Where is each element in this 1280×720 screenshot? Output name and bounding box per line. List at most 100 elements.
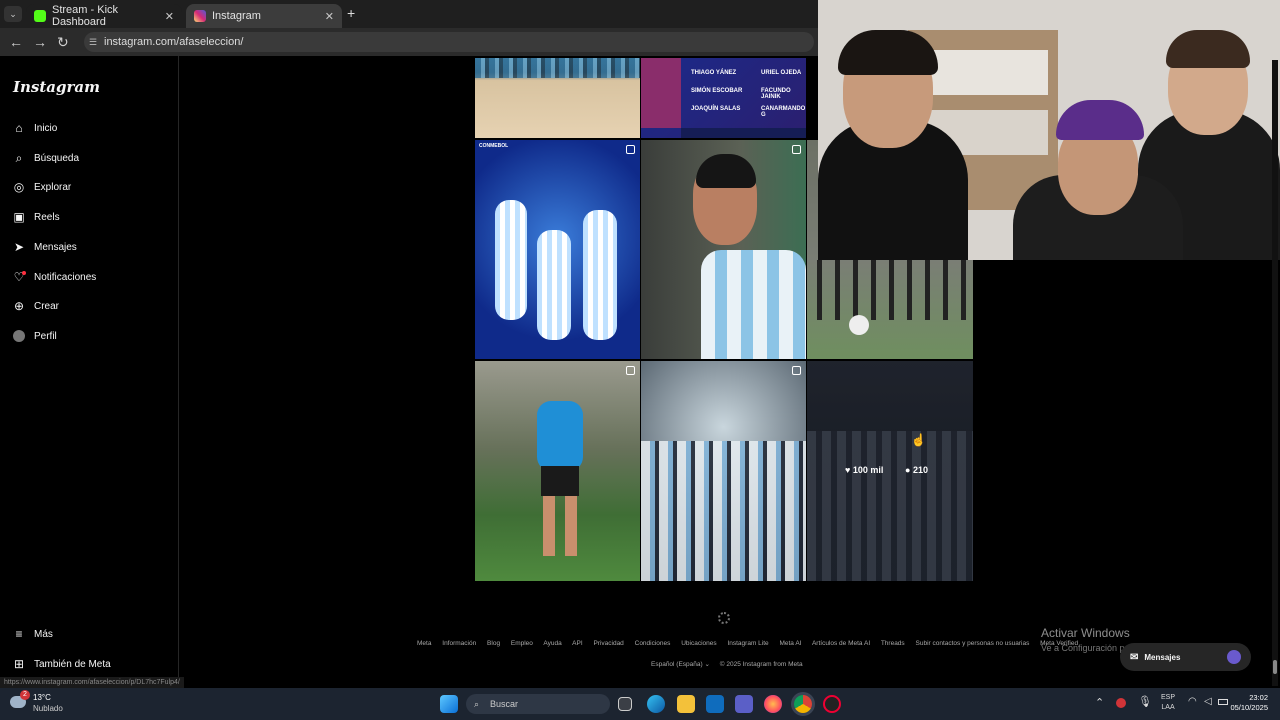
url-text: instagram.com/afaseleccion/ <box>104 36 244 48</box>
notification-dot <box>22 271 26 275</box>
sidebar-item-busqueda[interactable]: ⌕ Búsqueda <box>12 151 79 165</box>
plus-square-icon: ⊕ <box>13 299 25 313</box>
sidebar-item-reels[interactable]: ▣ Reels <box>12 210 60 224</box>
microphone-icon[interactable]: 🎙 <box>1138 695 1152 708</box>
page-scrollbar[interactable] <box>1272 60 1278 686</box>
outlook-icon[interactable] <box>706 695 724 713</box>
sidebar-item-label: Perfil <box>34 330 57 342</box>
search-placeholder: Buscar <box>490 699 519 709</box>
sidebar-item-explorar[interactable]: ◎ Explorar <box>12 180 72 194</box>
footer-link[interactable]: Ayuda <box>543 640 561 647</box>
post-celebration-trophy[interactable] <box>641 361 806 581</box>
footer-link[interactable]: Meta AI <box>779 640 801 647</box>
windows-start-icon[interactable] <box>440 695 458 713</box>
sidebar-item-tambien-de-meta[interactable]: ⊞ También de Meta <box>12 657 111 671</box>
sidebar-item-label: Notificaciones <box>34 271 97 283</box>
player-figure <box>583 210 617 340</box>
home-icon: ⌂ <box>15 121 23 135</box>
sidebar-item-label: Más <box>34 628 53 640</box>
sidebar-item-label: Reels <box>34 211 60 223</box>
footer-link[interactable]: Blog <box>487 640 500 647</box>
shelf-decoration <box>918 50 1048 95</box>
firefox-icon[interactable] <box>764 695 782 713</box>
sidebar-item-notificaciones[interactable]: ♡ Notificaciones <box>12 270 97 284</box>
instagram-logo[interactable]: Instagram <box>13 78 100 96</box>
footer-link[interactable]: Condiciones <box>635 640 671 647</box>
task-view-icon[interactable] <box>618 697 632 711</box>
weather-desc: Nublado <box>33 704 63 713</box>
sidebar-item-inicio[interactable]: ⌂ Inicio <box>12 121 57 135</box>
footer-link[interactable]: Privacidad <box>593 640 623 647</box>
cursor-hand-icon: ☝ <box>911 433 926 447</box>
chrome-icon[interactable] <box>794 695 812 713</box>
footer-link[interactable]: Ubicaciones <box>681 640 716 647</box>
edge-icon[interactable] <box>647 695 665 713</box>
post-players-blue[interactable]: CONMEBOL <box>475 140 640 359</box>
sidebar-item-label: También de Meta <box>34 658 111 670</box>
footer-link[interactable]: Información <box>442 640 476 647</box>
windows-taskbar: 2 13°C Nublado ⌕ Buscar ⌃ 🎙 ESP LAA ◠ ◁ … <box>0 688 1280 720</box>
tab-list-chevron-icon[interactable]: ⌄ <box>4 6 22 22</box>
heart-icon: ♥ <box>845 465 851 475</box>
sidebar-item-crear[interactable]: ⊕ Crear <box>12 299 59 313</box>
footer-link[interactable]: Subir contactos y personas no usuarias <box>916 640 1030 647</box>
player-jersey <box>537 401 583 471</box>
teams-icon[interactable] <box>735 695 753 713</box>
search-icon: ⌕ <box>474 699 480 709</box>
reload-icon[interactable]: ↻ <box>57 34 69 51</box>
app-icon[interactable] <box>823 695 841 713</box>
scrollbar-thumb[interactable] <box>1273 660 1277 674</box>
tray-app-icon[interactable] <box>1116 698 1126 708</box>
close-tab-icon[interactable]: ✕ <box>325 10 334 23</box>
new-tab-button[interactable]: + <box>347 5 355 21</box>
chevron-down-icon[interactable]: ⌄ <box>704 661 709 668</box>
footer-link[interactable]: Meta <box>417 640 431 647</box>
footer-link[interactable]: Instagram Lite <box>727 640 768 647</box>
volume-icon[interactable]: ◁ <box>1204 696 1212 707</box>
sidebar-item-label: Explorar <box>34 181 72 193</box>
training-legs-decoration <box>817 260 967 320</box>
messages-button-label: Mensajes <box>1144 652 1181 662</box>
messages-floating-button[interactable]: ✉ Mensajes <box>1120 643 1251 671</box>
close-tab-icon[interactable]: ✕ <box>165 10 174 23</box>
site-info-icon[interactable]: ☰ <box>89 32 97 52</box>
comments-count: 210 <box>912 465 928 475</box>
footer-link[interactable]: Empleo <box>511 640 533 647</box>
reels-icon: ▣ <box>13 210 25 224</box>
language-select[interactable]: Español (España) <box>651 661 703 668</box>
post-player-profile[interactable] <box>641 140 806 359</box>
clock-date: 05/10/2025 <box>1230 703 1268 712</box>
battery-icon[interactable] <box>1218 699 1228 705</box>
language-indicator[interactable]: ESP LAA <box>1161 693 1175 713</box>
avatar-icon <box>12 329 26 343</box>
forward-icon[interactable]: → <box>33 34 47 50</box>
sidebar-item-label: Crear <box>34 300 60 312</box>
reel-icon <box>626 366 635 375</box>
tab-kick-dashboard[interactable]: Stream - Kick Dashboard ✕ <box>26 4 182 28</box>
post-beach-team[interactable] <box>475 58 640 138</box>
post-player-running[interactable] <box>475 361 640 581</box>
sponsor-strip <box>681 128 806 138</box>
wifi-icon[interactable]: ◠ <box>1188 696 1197 707</box>
post-roster[interactable]: THIAGO YÁNEZ URIEL OJEDA SIMÓN ESCOBAR F… <box>641 58 806 138</box>
footer-link[interactable]: API <box>572 640 582 647</box>
compass-icon: ◎ <box>13 180 25 194</box>
webcam-overlay <box>818 0 1280 260</box>
ball-decoration <box>849 315 869 335</box>
sidebar-item-mas[interactable]: ≡ Más <box>12 627 53 641</box>
footer-link[interactable]: Threads <box>881 640 905 647</box>
lakers-cap <box>1056 100 1144 140</box>
address-bar[interactable]: ☰ instagram.com/afaseleccion/ <box>84 32 814 52</box>
taskbar-search[interactable]: ⌕ Buscar <box>466 694 610 714</box>
file-explorer-icon[interactable] <box>677 695 695 713</box>
clock[interactable]: 23:02 05/10/2025 <box>1228 693 1268 713</box>
tab-instagram[interactable]: Instagram ✕ <box>186 4 342 28</box>
back-icon[interactable]: ← <box>9 34 23 50</box>
post-champions-hover[interactable]: ♥ 100 mil ● 210 ☝ <box>807 361 973 581</box>
sidebar-item-perfil[interactable]: Perfil <box>12 329 57 343</box>
menu-icon: ≡ <box>15 627 23 641</box>
footer-link[interactable]: Artículos de Meta AI <box>812 640 870 647</box>
chevron-up-icon[interactable]: ⌃ <box>1095 696 1104 709</box>
sidebar-item-mensajes[interactable]: ➤ Mensajes <box>12 240 77 254</box>
comment-icon: ● <box>905 465 911 475</box>
